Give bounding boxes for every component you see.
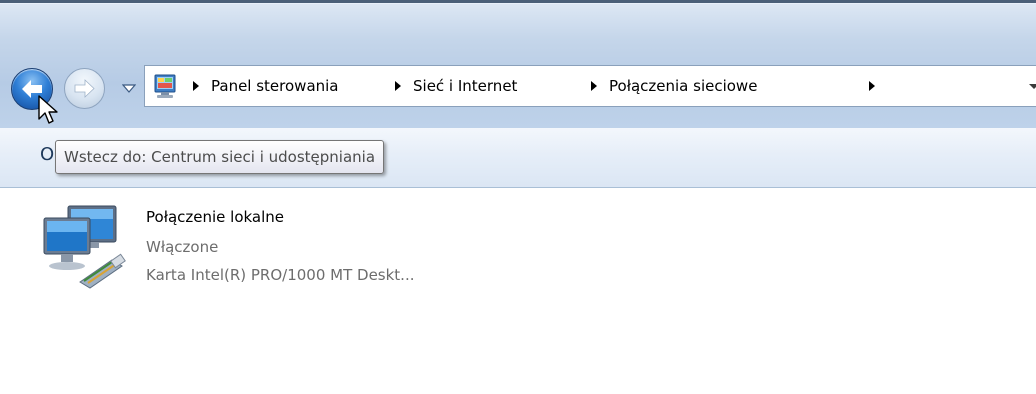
connection-status: Włączone	[146, 238, 219, 256]
window-frame-highlight	[0, 3, 1036, 4]
control-panel-icon	[154, 74, 176, 98]
breadcrumb-separator[interactable]	[591, 81, 597, 91]
address-bar[interactable]: Panel sterowania Sieć i Internet Połącze…	[144, 65, 1036, 107]
forward-button[interactable]	[64, 68, 105, 109]
breadcrumb-separator[interactable]	[869, 81, 875, 91]
breadcrumb-network-internet[interactable]: Sieć i Internet	[413, 76, 517, 96]
breadcrumb-control-panel[interactable]: Panel sterowania	[211, 76, 339, 96]
breadcrumb-separator[interactable]	[193, 81, 199, 91]
connection-item[interactable]: Połączenie lokalne Włączone Karta Intel(…	[36, 198, 536, 298]
window-titlebar: Panel sterowania Sieć i Internet Połącze…	[0, 0, 1036, 128]
command-bar-item[interactable]: O	[40, 144, 54, 165]
breadcrumb-separator[interactable]	[395, 81, 401, 91]
connection-name: Połączenie lokalne	[146, 208, 285, 226]
arrow-right-icon	[74, 79, 95, 98]
connection-device: Karta Intel(R) PRO/1000 MT Deskt...	[146, 266, 415, 284]
chevron-down-icon[interactable]	[1029, 84, 1036, 89]
recent-pages-button[interactable]	[122, 82, 136, 94]
back-tooltip: Wstecz do: Centrum sieci i udostępniania	[55, 140, 385, 174]
breadcrumb-network-connections[interactable]: Połączenia sieciowe	[609, 76, 757, 96]
network-connection-icon	[43, 205, 126, 289]
mouse-pointer-icon	[38, 95, 58, 124]
